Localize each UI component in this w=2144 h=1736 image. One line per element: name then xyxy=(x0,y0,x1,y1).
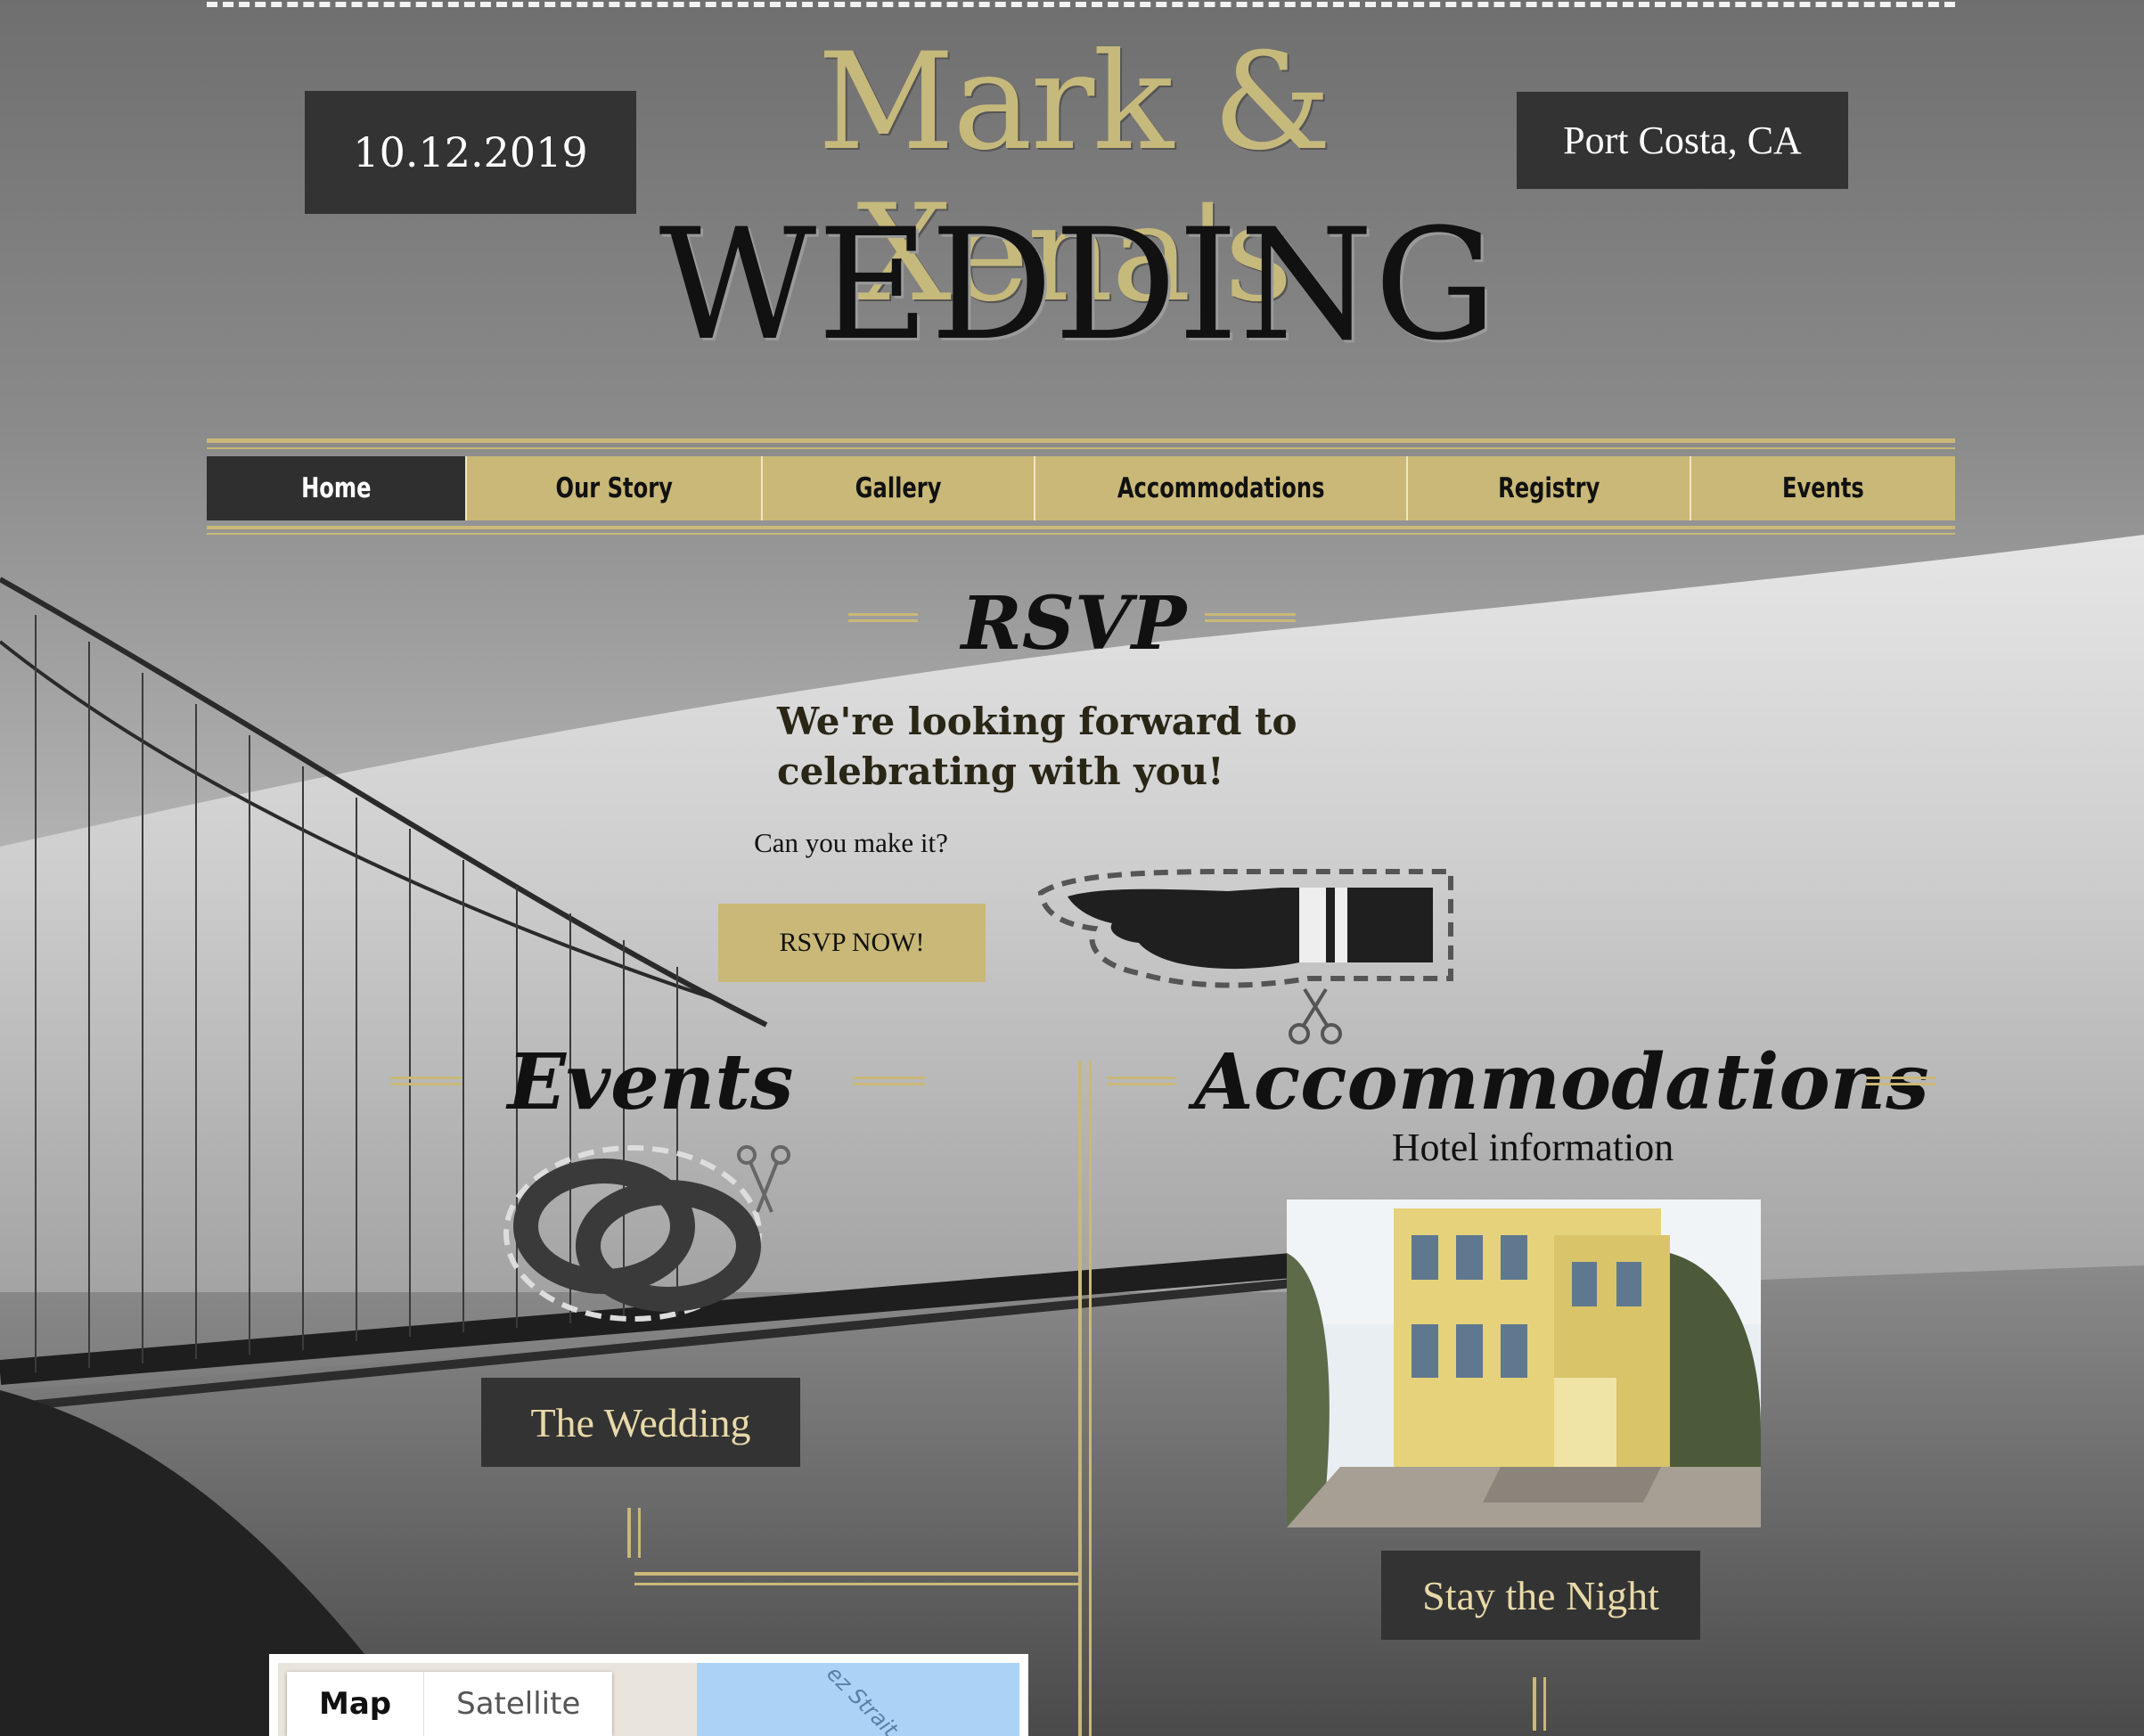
acc-divider-v2 xyxy=(1543,1677,1546,1731)
acc-rule-left xyxy=(1107,1077,1176,1085)
location-map[interactable]: ez Strait Map Satellite xyxy=(269,1654,1028,1736)
main-nav: Home Our Story Gallery Accommodations Re… xyxy=(207,456,1955,520)
rsvp-message: We're looking forward to celebrating wit… xyxy=(777,700,1297,793)
events-divider-h2 xyxy=(634,1583,1078,1585)
map-tab-satellite[interactable]: Satellite xyxy=(424,1672,612,1736)
wedding-location: Port Costa, CA xyxy=(1517,92,1848,189)
wedding-date: 10.12.2019 xyxy=(305,91,636,214)
rsvp-rule-left xyxy=(848,613,918,622)
nav-item-accommodations[interactable]: Accommodations xyxy=(1035,456,1408,520)
nav-top-rule xyxy=(207,438,1955,443)
hotel-information-label: Hotel information xyxy=(1391,1126,1674,1169)
rsvp-question: Can you make it? xyxy=(754,827,948,858)
pointing-hand-icon xyxy=(1037,869,1453,1044)
map-tab-map[interactable]: Map xyxy=(287,1672,425,1736)
accommodations-heading: Accommodations xyxy=(1194,1037,1929,1127)
acc-divider-v1 xyxy=(1533,1677,1536,1731)
scissors-icon xyxy=(737,1145,790,1213)
events-heading: Events xyxy=(507,1037,794,1127)
map-type-control: Map Satellite xyxy=(287,1672,613,1736)
nav-item-home[interactable]: Home xyxy=(207,456,467,520)
stay-the-night-button[interactable]: Stay the Night xyxy=(1381,1551,1700,1640)
rsvp-rule-right xyxy=(1205,613,1296,622)
nav-top-rule-thin xyxy=(207,447,1955,449)
nav-item-our-story[interactable]: Our Story xyxy=(467,456,763,520)
events-divider-v1 xyxy=(627,1508,631,1558)
the-wedding-button[interactable]: The Wedding xyxy=(481,1378,800,1467)
column-divider-1 xyxy=(1078,1060,1082,1736)
nav-bottom-rule xyxy=(207,526,1955,529)
nav-item-events[interactable]: Events xyxy=(1691,456,1955,520)
rsvp-now-button[interactable]: RSVP NOW! xyxy=(718,904,986,982)
page-title: WEDDING xyxy=(659,195,1498,374)
nav-item-registry[interactable]: Registry xyxy=(1408,456,1691,520)
events-rule-left xyxy=(390,1077,462,1085)
acc-rule-right xyxy=(1866,1077,1935,1085)
couple-names: Mark & Xena's xyxy=(817,25,1332,332)
hotel-photo xyxy=(1287,1200,1761,1527)
events-rule-right xyxy=(854,1077,925,1085)
wedding-rings-icon xyxy=(503,1145,790,1322)
top-dashed-rule xyxy=(207,2,1955,7)
column-divider-2 xyxy=(1089,1060,1092,1736)
events-divider-h1 xyxy=(634,1572,1078,1576)
events-divider-v2 xyxy=(638,1508,641,1558)
nav-bottom-rule-thin xyxy=(207,533,1955,535)
rsvp-heading: RSVP xyxy=(961,581,1187,667)
nav-item-gallery[interactable]: Gallery xyxy=(763,456,1035,520)
